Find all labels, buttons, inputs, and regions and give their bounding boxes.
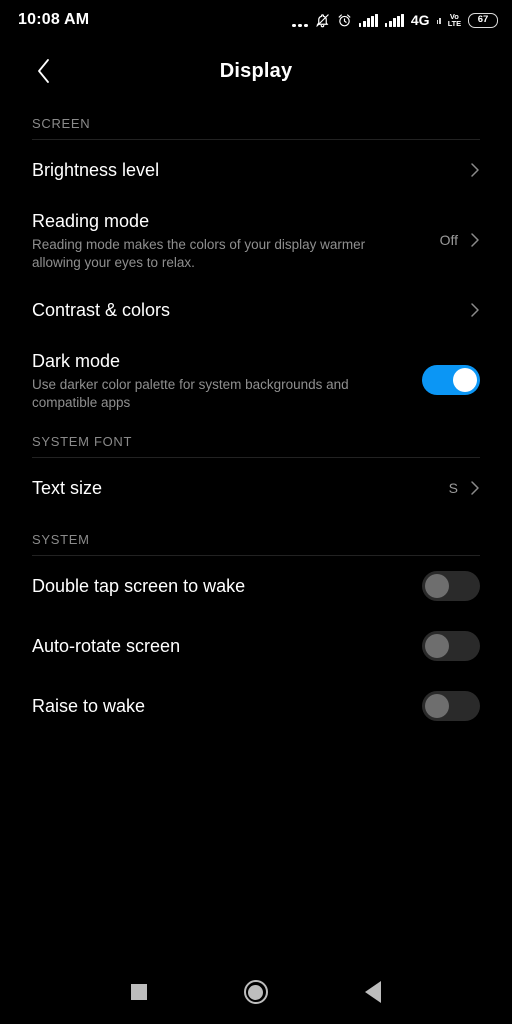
page-title: Display [219,59,293,82]
toggle-knob [453,368,477,392]
row-texts: Double tap screen to wake [32,574,255,598]
raise-to-wake-toggle[interactable] [422,691,480,721]
signal-bars-icon-2 [384,13,404,27]
row-raise-to-wake[interactable]: Raise to wake [0,676,512,736]
square-recents-icon [130,984,147,1000]
auto-rotate-screen-toggle[interactable] [422,631,480,661]
row-right [422,571,480,601]
mini-signal-icon [436,17,441,24]
navigation-bar [0,960,512,1024]
row-double-tap-to-wake[interactable]: Double tap screen to wake [0,556,512,616]
row-text-size[interactable]: Text size S [0,458,512,518]
back-chevron-icon [37,59,49,83]
row-texts: Reading mode Reading mode makes the colo… [32,209,424,272]
toggle-knob [425,574,449,598]
row-texts: Dark mode Use darker color palette for s… [32,349,422,412]
row-title: Double tap screen to wake [32,575,246,596]
chevron-right-icon [471,233,479,247]
bell-muted-icon [315,13,330,28]
section-header-system-font: SYSTEM FONT [32,434,133,449]
back-button[interactable] [24,51,64,91]
row-right: S [449,480,480,496]
triangle-back-icon [365,981,382,1003]
circle-home-icon [243,980,268,1004]
row-title: Text size [32,477,103,498]
settings-list: SCREEN Brightness level Reading mode Rea… [0,102,512,960]
double-tap-to-wake-toggle[interactable] [422,571,480,601]
signal-bars-icon-1 [358,13,378,27]
battery-icon: 67 [468,12,498,28]
row-right [470,302,480,318]
dark-mode-toggle[interactable] [422,365,480,395]
row-value: Off [439,232,458,248]
chevron-right-icon [471,303,479,317]
row-auto-rotate-screen[interactable]: Auto-rotate screen [0,616,512,676]
row-texts: Brightness level [32,158,169,182]
chevron-right-icon [471,481,479,495]
row-dark-mode[interactable]: Dark mode Use darker color palette for s… [0,340,512,420]
row-title: Dark mode [32,350,121,371]
row-title: Contrast & colors [32,299,171,320]
volte-bottom-label: LTE [447,19,461,28]
more-dots-icon [292,13,308,27]
section-header-system: SYSTEM [32,532,90,547]
section-header-screen: SCREEN [32,116,91,131]
row-right [470,162,480,178]
network-type-label: 4G [410,12,430,28]
chevron-right-icon [471,163,479,177]
app-bar: Display [0,40,512,102]
toggle-knob [425,694,449,718]
row-right [422,691,480,721]
toggle-knob [425,634,449,658]
home-button[interactable] [234,970,278,1014]
row-title: Auto-rotate screen [32,635,181,656]
row-title: Raise to wake [32,695,146,716]
row-subtitle: Reading mode makes the colors of your di… [32,236,366,270]
alarm-clock-icon [337,13,352,28]
recents-button[interactable] [117,970,161,1014]
row-contrast-and-colors[interactable]: Contrast & colors [0,280,512,340]
row-texts: Text size [32,476,112,500]
status-bar: 10:08 AM 4G Vo LTE 67 [0,0,512,40]
row-texts: Raise to wake [32,694,155,718]
row-value: S [448,480,458,496]
status-clock: 10:08 AM [18,11,90,28]
battery-level-label: 67 [477,14,489,26]
row-right [422,365,480,395]
volte-icon: Vo LTE [447,12,461,28]
back-nav-button[interactable] [351,970,395,1014]
row-reading-mode[interactable]: Reading mode Reading mode makes the colo… [0,200,512,280]
row-right: Off [440,232,480,248]
row-right [422,631,480,661]
row-brightness-level[interactable]: Brightness level [0,140,512,200]
phone-screen: 10:08 AM 4G Vo LTE 67 Display SCREEN Bri… [0,0,512,1024]
status-icon-tray: 4G Vo LTE 67 [292,12,498,28]
row-texts: Auto-rotate screen [32,634,190,658]
row-texts: Contrast & colors [32,298,180,322]
row-title: Brightness level [32,159,160,180]
row-title: Reading mode [32,210,150,231]
row-subtitle: Use darker color palette for system back… [32,376,349,410]
